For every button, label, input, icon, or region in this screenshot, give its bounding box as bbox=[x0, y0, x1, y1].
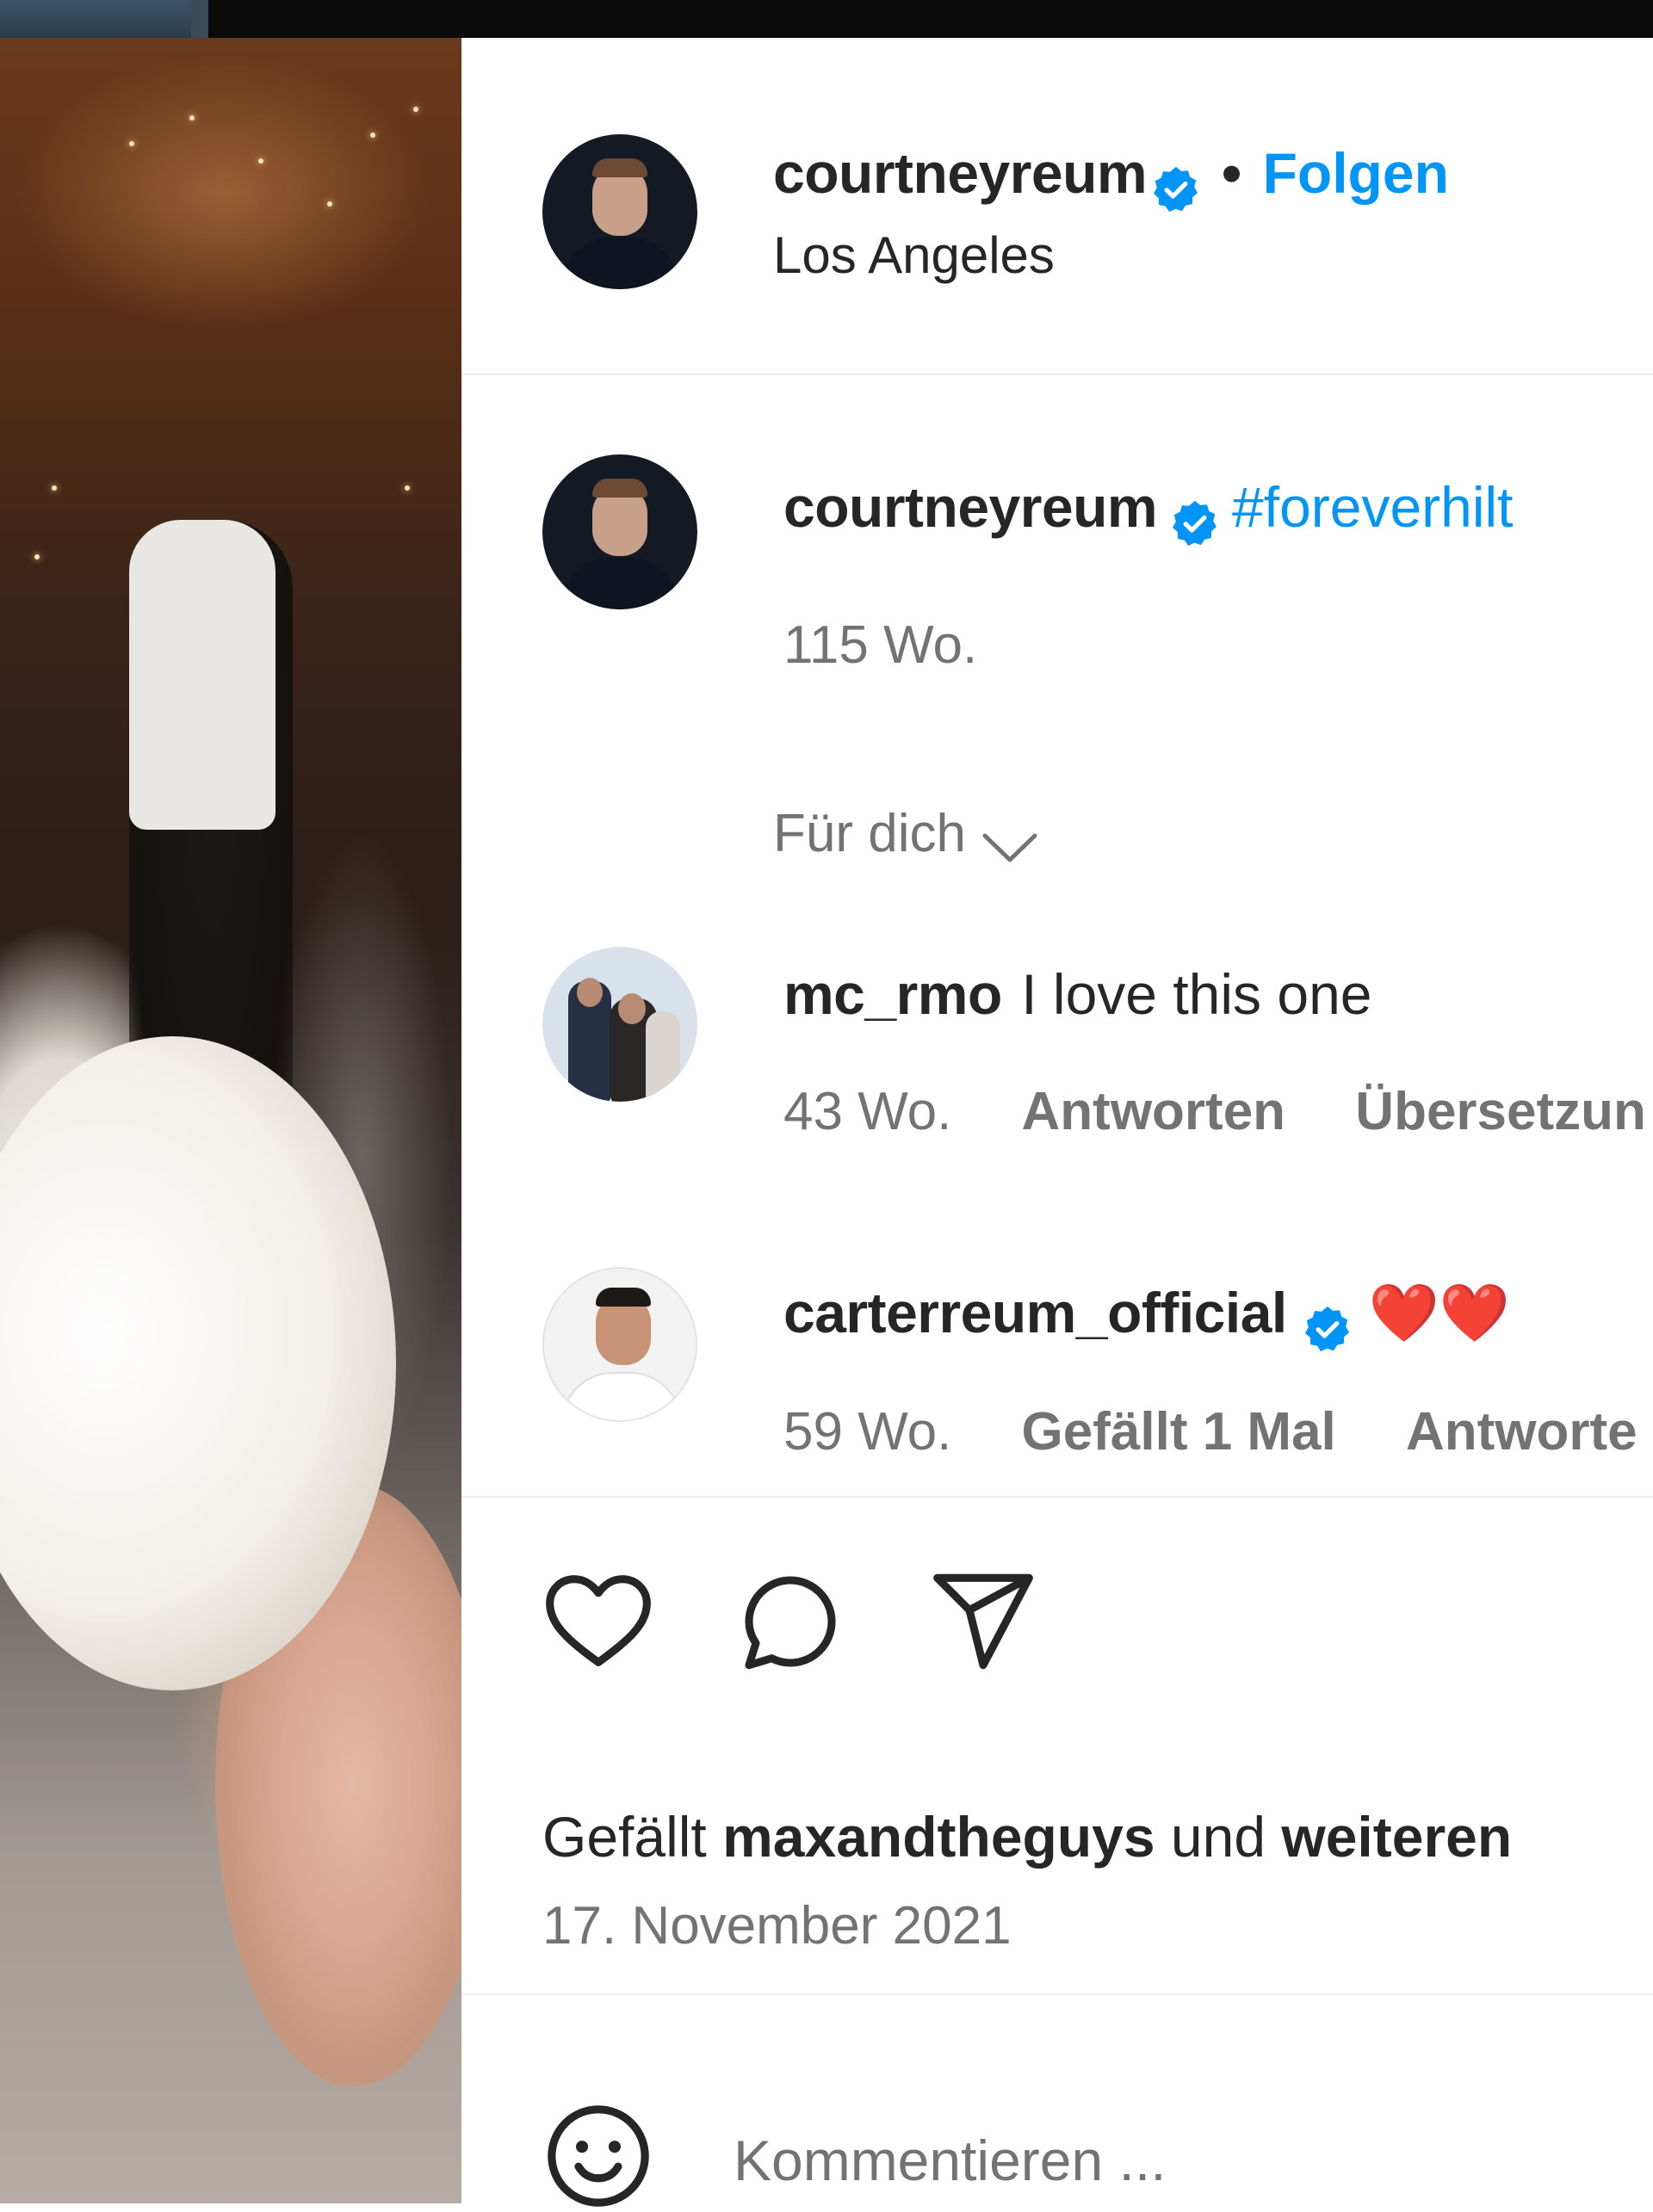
chevron-down-icon bbox=[982, 833, 1037, 862]
light-spark bbox=[327, 201, 332, 207]
likes-others-link[interactable]: weiteren bbox=[1281, 1805, 1512, 1869]
light-spark bbox=[189, 115, 195, 120]
light-spark bbox=[258, 158, 263, 164]
author-username[interactable]: courtneyreum bbox=[773, 141, 1148, 205]
comment-likes-button[interactable]: Gefällt 1 Mal bbox=[1022, 1402, 1336, 1461]
comment-username[interactable]: carterreum_official bbox=[783, 1281, 1287, 1344]
send-icon[interactable] bbox=[928, 1568, 1038, 1675]
header-separator: • bbox=[1222, 141, 1242, 205]
comment-text: I love this one bbox=[1021, 962, 1372, 1026]
reply-button[interactable]: Antworten bbox=[1022, 1082, 1286, 1141]
comment-icon[interactable] bbox=[735, 1566, 845, 1677]
comment-meta: 59 Wo. Gefällt 1 Mal Antworte bbox=[783, 1401, 1638, 1462]
post-header: courtneyreum • Folgen Los Angeles bbox=[461, 38, 1653, 375]
post-side-panel: courtneyreum • Folgen Los Angeles courtn… bbox=[461, 38, 1653, 2207]
caption-username[interactable]: courtneyreum bbox=[783, 475, 1158, 539]
comment-meta: 43 Wo. Antworten Übersetzun bbox=[783, 1081, 1646, 1142]
follow-button[interactable]: Folgen bbox=[1263, 141, 1449, 205]
light-spark bbox=[129, 141, 134, 146]
header-user-line: courtneyreum • Folgen bbox=[773, 134, 1449, 228]
post-photo[interactable] bbox=[0, 38, 461, 2203]
heart-icon[interactable] bbox=[542, 1570, 654, 1671]
verified-badge-icon bbox=[1172, 500, 1217, 546]
likes-prefix: Gefällt bbox=[542, 1805, 707, 1869]
commenter-avatar[interactable] bbox=[542, 947, 697, 1102]
comment-sort[interactable]: Für dich bbox=[773, 795, 1038, 887]
comment-age: 59 Wo. bbox=[783, 1402, 952, 1461]
guest-shirt bbox=[129, 520, 276, 830]
caption-avatar[interactable] bbox=[542, 454, 697, 609]
verified-badge-icon bbox=[1305, 1306, 1350, 1351]
post-location[interactable]: Los Angeles bbox=[773, 226, 1055, 285]
tab-thumbnail bbox=[0, 0, 191, 38]
comment-input[interactable]: Kommentieren ... bbox=[734, 2128, 1167, 2193]
post-date: 17. November 2021 bbox=[542, 1896, 1012, 1956]
sort-label[interactable]: Für dich bbox=[773, 804, 966, 863]
comment-username[interactable]: mc_rmo bbox=[783, 962, 1002, 1026]
translate-button[interactable]: Übersetzun bbox=[1355, 1082, 1646, 1141]
light-spark bbox=[370, 133, 375, 138]
caption-hashtag[interactable]: #foreverhilt bbox=[1232, 475, 1514, 539]
reply-button[interactable]: Antworte bbox=[1406, 1402, 1638, 1461]
comment-line: carterreum_official ❤️❤️ bbox=[783, 1274, 1510, 1368]
author-avatar[interactable] bbox=[542, 134, 697, 289]
divider bbox=[461, 1993, 1653, 1995]
tab-thumbnail-edge bbox=[191, 0, 208, 38]
light-spark bbox=[413, 107, 418, 112]
light-spark bbox=[405, 485, 410, 491]
browser-top-bar bbox=[0, 0, 1653, 38]
caption-age: 115 Wo. bbox=[783, 615, 978, 675]
comment-line: mc_rmo I love this one bbox=[783, 955, 1371, 1049]
comment-age: 43 Wo. bbox=[783, 1082, 952, 1141]
comment-text: ❤️❤️ bbox=[1368, 1281, 1511, 1344]
commenter-avatar[interactable] bbox=[542, 1267, 697, 1422]
liker-username[interactable]: maxandtheguys bbox=[722, 1805, 1155, 1869]
emoji-icon[interactable] bbox=[542, 2100, 654, 2212]
likes-summary: Gefällt maxandtheguys und weiteren bbox=[542, 1804, 1512, 1869]
light-spark bbox=[34, 554, 40, 559]
verified-badge-icon bbox=[1153, 166, 1198, 212]
light-spark bbox=[52, 485, 57, 491]
caption-line: courtneyreum #foreverhilt bbox=[783, 468, 1514, 562]
divider bbox=[461, 1496, 1653, 1498]
likes-middle: und bbox=[1170, 1805, 1266, 1869]
